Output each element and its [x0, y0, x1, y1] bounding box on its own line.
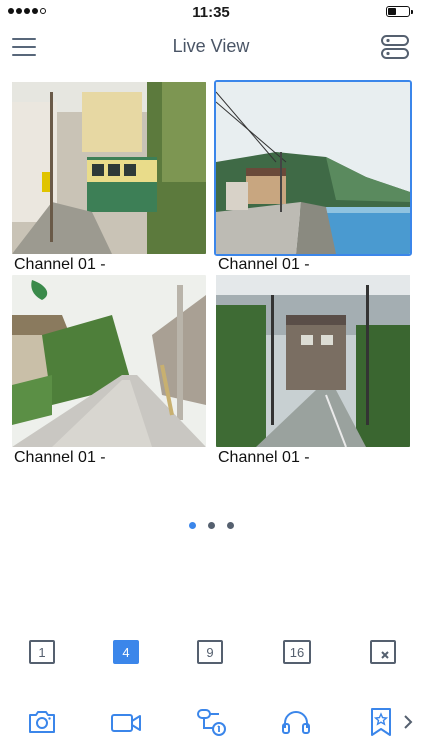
channel-video-4[interactable] — [214, 273, 412, 449]
more-tools-button[interactable] — [398, 704, 418, 740]
channel-video-3[interactable] — [10, 273, 208, 449]
audio-button[interactable] — [278, 704, 314, 740]
channel-video-2[interactable] — [214, 80, 412, 256]
page-dot-1[interactable] — [188, 522, 196, 529]
channel-label-4: Channel 01 - — [218, 449, 310, 466]
page-dot-3[interactable] — [226, 522, 234, 529]
close-all-button[interactable] — [370, 640, 396, 664]
status-time: 11:35 — [192, 4, 230, 21]
server-list-button[interactable] — [380, 34, 410, 60]
page-dot-2[interactable] — [207, 522, 215, 529]
ptz-control-icon — [197, 709, 226, 736]
channel-label-3: Channel 01 - — [14, 449, 106, 466]
bookmark-button[interactable] — [363, 704, 399, 740]
server-list-icon — [381, 35, 409, 59]
page-indicator — [0, 522, 422, 529]
battery-icon — [386, 6, 413, 17]
layout-selector: 1 4 9 16 — [0, 640, 422, 670]
channel-tile-3[interactable]: Channel 01 - — [10, 273, 208, 466]
channel-label-1: Channel 01 - — [14, 256, 106, 273]
status-bar: 11:35 — [0, 0, 422, 24]
ptz-button[interactable] — [193, 704, 229, 740]
close-all-icon — [381, 651, 389, 659]
layout-16-button[interactable]: 16 — [283, 640, 311, 664]
channel-video-1[interactable] — [10, 80, 208, 256]
channel-label-2: Channel 01 - — [218, 256, 310, 273]
page-title: Live View — [172, 36, 250, 56]
video-record-icon — [111, 714, 141, 732]
channel-tile-1[interactable]: Channel 01 - — [10, 80, 208, 273]
channel-tile-2[interactable]: Channel 01 - — [214, 80, 412, 273]
snapshot-button[interactable] — [24, 704, 60, 740]
record-button[interactable] — [108, 704, 144, 740]
channel-tile-4[interactable]: Channel 01 - — [214, 273, 412, 466]
layout-1-button[interactable]: 1 — [29, 640, 55, 664]
layout-4-button[interactable]: 4 — [113, 640, 139, 664]
camera-snapshot-icon — [29, 711, 55, 733]
bookmark-star-icon — [371, 708, 391, 736]
chevron-right-icon — [404, 715, 413, 729]
headphones-audio-icon — [282, 711, 310, 734]
layout-9-button[interactable]: 9 — [197, 640, 223, 664]
